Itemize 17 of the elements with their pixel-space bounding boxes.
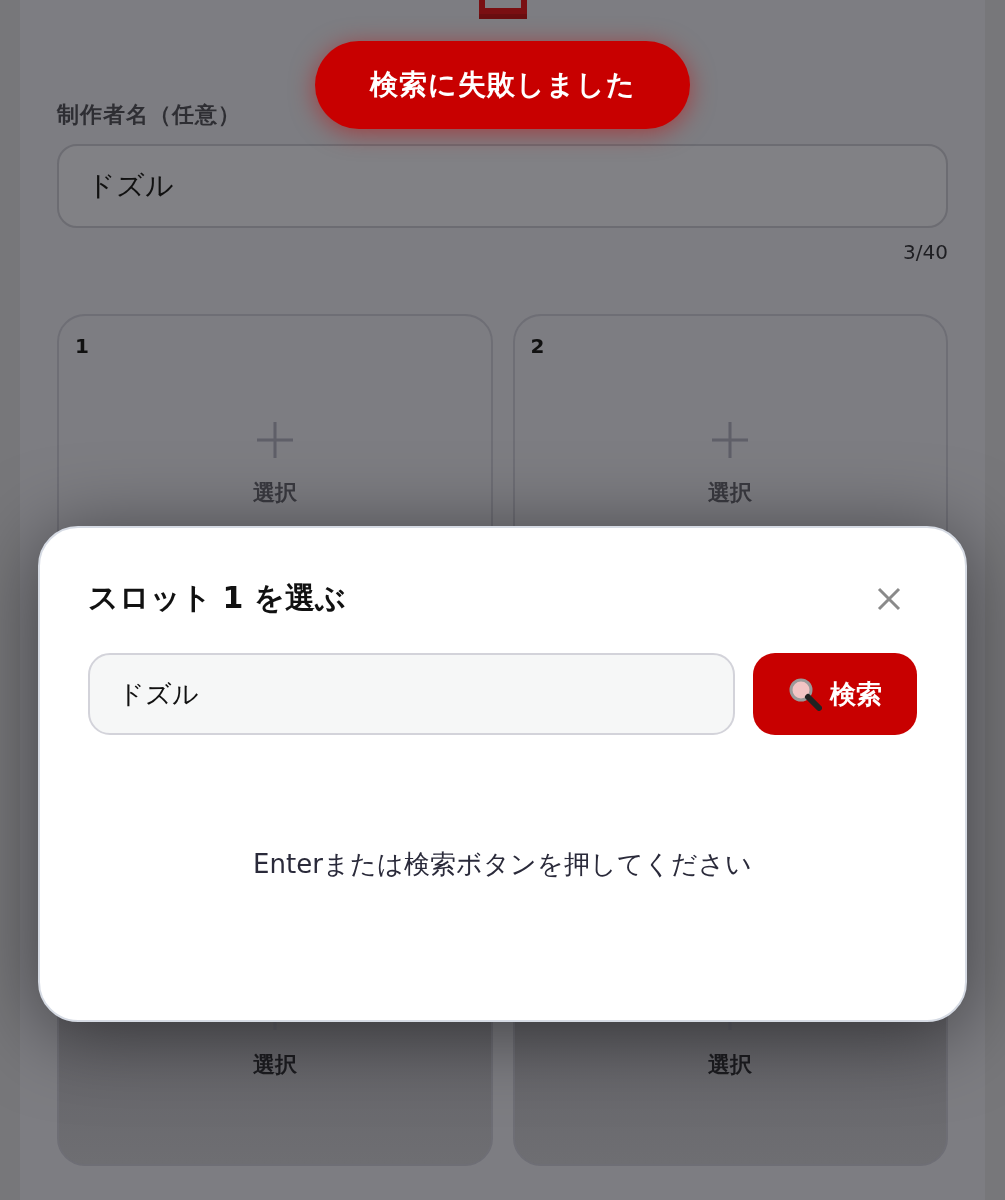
- slot-number: 1: [75, 334, 89, 358]
- select-label: 選択: [708, 479, 753, 507]
- search-input-field[interactable]: ドズル: [88, 653, 735, 735]
- slot-number: 2: [530, 334, 545, 358]
- search-icon: [788, 677, 822, 711]
- plus-icon: [254, 420, 295, 460]
- error-toast: 検索に失敗しました: [315, 41, 690, 129]
- field-label: 制作者名（任意）: [57, 101, 242, 129]
- char-counter: 3/40: [903, 240, 948, 264]
- close-icon[interactable]: [877, 586, 901, 611]
- select-label: 選択: [252, 1051, 297, 1079]
- search-hint: Enterまたは検索ボタンを押してください: [252, 848, 753, 881]
- author-input-field[interactable]: ドズル: [57, 144, 948, 228]
- plus-icon: [710, 420, 751, 460]
- select-label: 選択: [708, 1051, 753, 1079]
- select-label: 選択: [252, 479, 297, 507]
- search-button[interactable]: 検索: [753, 653, 917, 735]
